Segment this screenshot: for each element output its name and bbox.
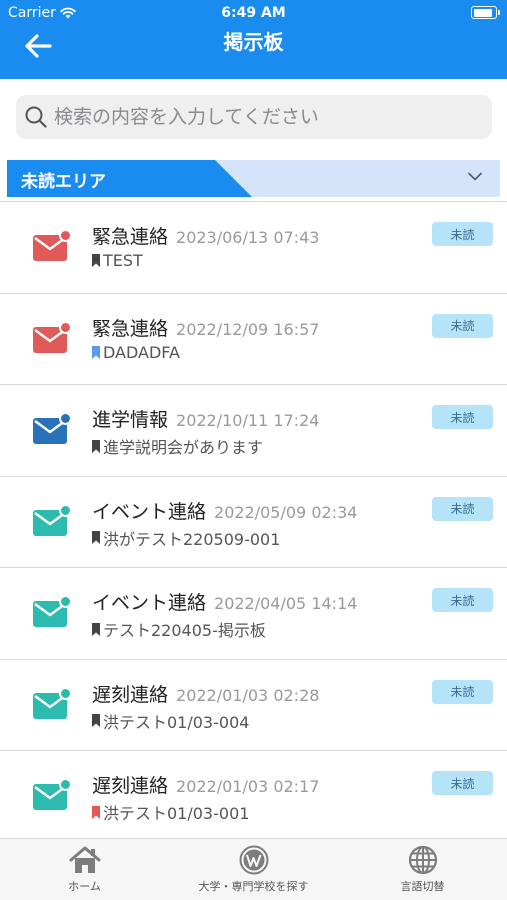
message-date: 2022/05/09 02:34 (214, 502, 358, 522)
message-row[interactable]: 遅刻連絡 2022/01/03 02:17 洪テスト01/03-001 未読 (0, 751, 507, 843)
mail-icon (33, 778, 72, 810)
message-subtitle-text: 洪がテスト220509-001 (103, 529, 281, 549)
bookmark-icon (92, 805, 100, 819)
message-category: 遅刻連絡 (92, 775, 169, 797)
message-category: 進学情報 (92, 409, 169, 431)
status-time: 6:49 AM (221, 5, 286, 21)
page-title: 掲示板 (223, 30, 284, 54)
section-title: 未読エリア (21, 172, 106, 192)
tab-bar: ホーム 大学・専門学校を探す 言語切替 (0, 838, 507, 900)
bookmark-icon (92, 531, 100, 544)
message-title: 進学情報 2022/10/11 17:24 (92, 405, 319, 432)
message-title: 緊急連絡 2023/06/13 07:43 (92, 222, 319, 249)
unread-badge: 未読 (432, 405, 493, 429)
message-category: 緊急連絡 (92, 317, 169, 340)
message-date: 2022/01/03 02:17 (176, 777, 320, 796)
message-subtitle: 洪がテスト220509-001 (92, 526, 280, 550)
unread-badge: 未読 (432, 222, 493, 246)
message-subtitle-text: テスト220405-掲示板 (103, 621, 266, 640)
wordpress-icon (239, 845, 268, 875)
unread-badge: 未読 (432, 679, 493, 704)
message-row[interactable]: 遅刻連絡 2022/01/03 02:28 洪テスト01/03-004 未読 (0, 660, 507, 751)
message-row[interactable]: 緊急連絡 2022/12/09 16:57 DADADFA 未読 (0, 294, 507, 385)
tab-search-schools[interactable]: 大学・専門学校を探す (169, 839, 338, 900)
tab-language[interactable]: 言語切替 (338, 839, 507, 900)
mail-icon (33, 229, 72, 261)
status-bar: Carrier 6:49 AM (0, 0, 507, 26)
tab-home[interactable]: ホーム (0, 839, 169, 900)
message-category: イベント連絡 (92, 592, 207, 614)
message-row[interactable]: イベント連絡 2022/04/05 14:14 テスト220405-掲示板 未読 (0, 568, 507, 660)
app-header: Carrier 6:49 AM 掲示板 (0, 0, 507, 79)
search-input[interactable] (54, 106, 474, 128)
message-subtitle: 洪テスト01/03-001 (92, 800, 249, 824)
message-subtitle: DADADFA (92, 343, 180, 362)
message-category: 遅刻連絡 (92, 683, 169, 706)
unread-section-header[interactable]: 未読エリア (7, 160, 500, 197)
tab-language-label: 言語切替 (400, 880, 445, 893)
bookmark-icon (92, 439, 100, 453)
message-subtitle-text: TEST (103, 251, 143, 270)
message-title: 遅刻連絡 2022/01/03 02:17 (92, 771, 319, 798)
message-row[interactable]: イベント連絡 2022/05/09 02:34 洪がテスト220509-001 未読 (0, 477, 507, 568)
tab-home-label: ホーム (68, 880, 101, 893)
message-date: 2022/10/11 17:24 (176, 411, 320, 430)
message-subtitle-text: 洪テスト01/03-004 (103, 712, 250, 732)
message-subtitle-text: 進学説明会があります (103, 438, 264, 457)
globe-icon (408, 845, 437, 875)
message-title: 遅刻連絡 2022/01/03 02:28 (92, 680, 319, 707)
search-bar (16, 95, 492, 139)
chevron-down-icon[interactable] (468, 172, 482, 181)
tab-search-schools-label: 大学・専門学校を探す (198, 880, 309, 893)
message-category: イベント連絡 (92, 500, 207, 523)
mail-icon (33, 595, 72, 627)
message-title: イベント連絡 2022/05/09 02:34 (92, 497, 357, 524)
message-title: 緊急連絡 2022/12/09 16:57 (92, 314, 319, 341)
message-subtitle-text: DADADFA (103, 342, 180, 362)
bookmark-icon (92, 345, 100, 359)
mail-icon (33, 686, 72, 719)
message-date: 2022/12/09 16:57 (176, 319, 320, 339)
bookmark-icon (92, 622, 100, 636)
message-subtitle: 進学説明会があります (92, 434, 263, 458)
message-title: イベント連絡 2022/04/05 14:14 (92, 588, 357, 615)
bookmark-icon (92, 254, 100, 267)
unread-badge: 未読 (432, 771, 493, 795)
unread-badge: 未読 (432, 588, 493, 612)
message-date: 2023/06/13 07:43 (176, 228, 320, 247)
message-subtitle-text: 洪テスト01/03-001 (103, 804, 250, 823)
message-subtitle: TEST (92, 251, 143, 270)
unread-badge: 未読 (432, 496, 493, 521)
bookmark-icon (92, 714, 100, 727)
mail-icon (33, 503, 72, 536)
message-row[interactable]: 緊急連絡 2023/06/13 07:43 TEST 未読 (0, 202, 507, 294)
message-date: 2022/01/03 02:28 (176, 685, 320, 705)
battery-icon (471, 6, 500, 19)
mail-icon (33, 412, 72, 444)
search-icon (25, 106, 47, 128)
mail-icon (33, 320, 72, 353)
message-category: 緊急連絡 (92, 226, 169, 248)
unread-badge: 未読 (432, 313, 493, 338)
home-icon (69, 846, 100, 873)
message-subtitle: 洪テスト01/03-004 (92, 709, 249, 733)
message-row[interactable]: 進学情報 2022/10/11 17:24 進学説明会があります 未読 (0, 385, 507, 477)
message-date: 2022/04/05 14:14 (214, 594, 358, 613)
message-list: 緊急連絡 2023/06/13 07:43 TEST 未読 緊急連絡 2022/12/09… (0, 202, 507, 843)
message-subtitle: テスト220405-掲示板 (92, 617, 266, 641)
